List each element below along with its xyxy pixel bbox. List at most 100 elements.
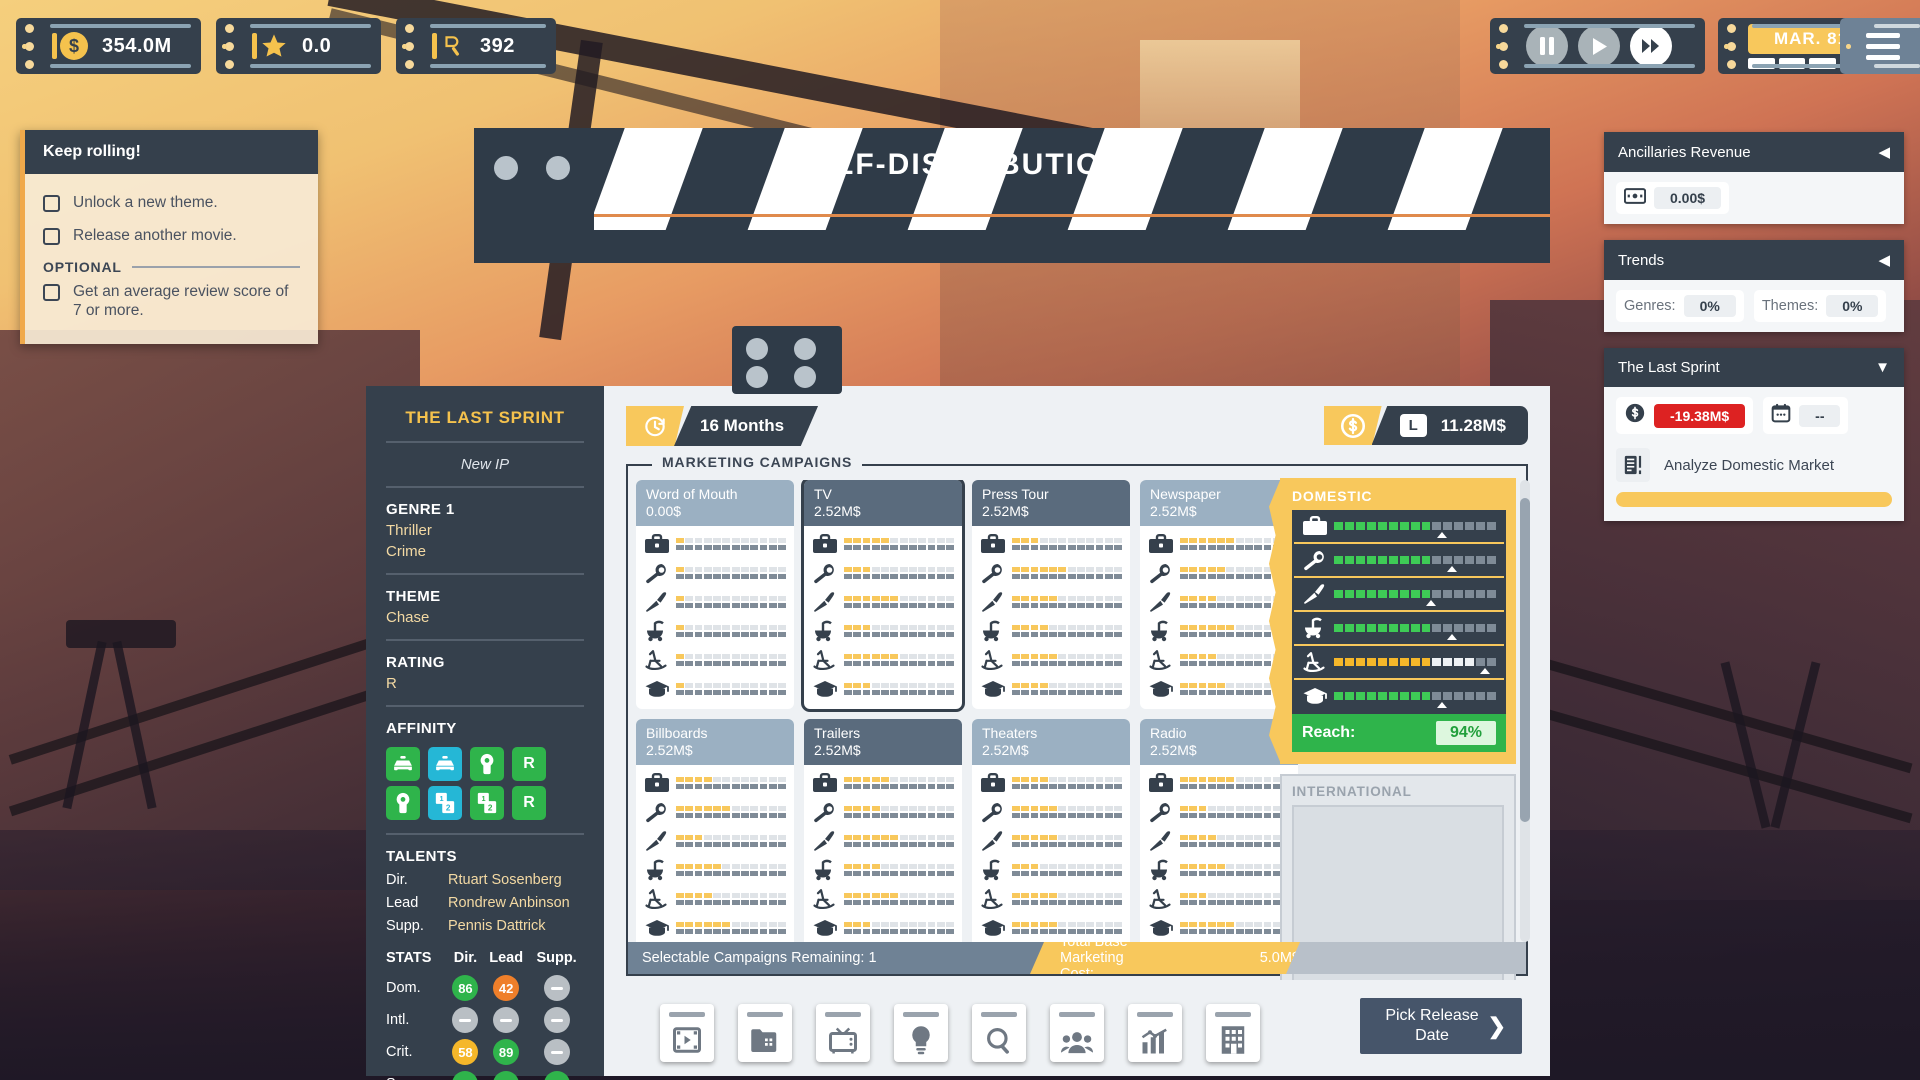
- campaign-segment-row: [980, 591, 1123, 613]
- objective-item[interactable]: Release another movie.: [43, 219, 300, 252]
- rating-ticket[interactable]: 0.0: [216, 18, 381, 74]
- affinity-rating-icon: R: [512, 747, 546, 781]
- toolbar-button-studio[interactable]: [1206, 1004, 1260, 1062]
- domestic-segment-bar: [1334, 556, 1497, 572]
- campaign-price: 2.52M$: [814, 742, 861, 758]
- money-value: 354.0M: [102, 34, 172, 57]
- campaign-segment-bars: [676, 654, 787, 666]
- campaign-segment-bars: [1012, 922, 1123, 934]
- segment-base-bar: [1012, 545, 1123, 550]
- toolbar-button-movies[interactable]: [660, 1004, 714, 1062]
- segment-base-bar: [844, 661, 955, 666]
- toolbar-button-ideas[interactable]: [894, 1004, 948, 1062]
- footer-filler: [1286, 942, 1526, 974]
- segment-base-bar: [676, 661, 787, 666]
- trends-card: Trends ◀ Genres: 0% Themes: 0%: [1604, 240, 1904, 332]
- campaign-card-press-tour[interactable]: Press Tour 2.52M$: [972, 480, 1130, 709]
- campaign-scrollbar[interactable]: [1520, 480, 1530, 942]
- stroller-icon: [812, 620, 838, 642]
- talent-role: Supp.: [386, 918, 424, 934]
- play-icon[interactable]: [1578, 25, 1620, 67]
- optional-header: OPTIONAL: [43, 259, 300, 275]
- checkbox-icon[interactable]: [43, 283, 60, 301]
- campaign-price: 2.52M$: [1150, 742, 1197, 758]
- segment-level-bar: [1180, 596, 1291, 601]
- segment-level-bar: [844, 567, 955, 572]
- trends-header[interactable]: Trends ◀: [1604, 240, 1904, 280]
- campaign-segment-bars: [844, 538, 955, 550]
- campaign-card-billboards[interactable]: Billboards 2.52M$: [636, 719, 794, 942]
- campaign-name: Word of Mouth: [646, 486, 738, 502]
- campaign-card-tv[interactable]: TV 2.52M$: [801, 480, 965, 712]
- duration-tag: 16 Months: [626, 406, 819, 446]
- toolbar-button-staff[interactable]: [1050, 1004, 1104, 1062]
- ancillaries-body: 0.00$: [1604, 172, 1904, 224]
- stats-header-row: STATS Dir. Lead Supp.: [386, 950, 584, 972]
- campaign-segment-bars: [844, 683, 955, 695]
- segment-base-bar: [844, 603, 955, 608]
- checkbox-icon[interactable]: [43, 195, 60, 212]
- campaign-cards-scroll[interactable]: Word of Mouth 0.00$ TV 2.52M$ Press Tour 2.52…: [636, 480, 1314, 942]
- graduation-cap-icon: [644, 678, 670, 700]
- menu-button[interactable]: [1840, 18, 1920, 74]
- fast-forward-icon[interactable]: [1630, 25, 1672, 67]
- briefcase-icon: [812, 533, 838, 555]
- campaign-segment-row: [980, 533, 1123, 555]
- talent-name[interactable]: Pennis Dattrick: [448, 918, 546, 934]
- campaign-segment-bars: [1012, 654, 1123, 666]
- project-budget-chip: -19.38M$: [1616, 397, 1754, 434]
- dollar-icon: [1624, 402, 1646, 429]
- campaign-segment-row: [1148, 859, 1291, 881]
- talents-label: TALENTS: [386, 848, 457, 865]
- clapper-hinge: [474, 128, 594, 230]
- wrench-icon: [812, 801, 838, 823]
- segment-base-bar: [1012, 813, 1123, 818]
- domestic-segment-row: [1294, 510, 1504, 544]
- reach-bar: Reach: 94%: [1292, 714, 1506, 752]
- segment-base-bar: [844, 900, 955, 905]
- caret-left-icon[interactable]: ◀: [1878, 251, 1890, 269]
- campaign-card-trailers[interactable]: Trailers 2.52M$: [804, 719, 962, 942]
- objective-item[interactable]: Unlock a new theme.: [43, 186, 300, 219]
- toolbar-button-projects[interactable]: [738, 1004, 792, 1062]
- campaign-card-grid: Word of Mouth 0.00$ TV 2.52M$ Press Tour 2.52…: [636, 480, 1314, 942]
- campaign-segment-row: [812, 830, 955, 852]
- campaign-segment-bars: [844, 625, 955, 637]
- wrench-icon: [980, 801, 1006, 823]
- segment-base-bar: [1180, 842, 1291, 847]
- optional-objective-item[interactable]: Get an average review score of 7 or more…: [43, 275, 300, 328]
- segment-base-bar: [1012, 603, 1123, 608]
- toolbar-button-research[interactable]: [972, 1004, 1026, 1062]
- scrollbar-thumb[interactable]: [1520, 498, 1530, 822]
- campaign-segment-bars: [676, 596, 787, 608]
- caret-down-icon[interactable]: ▼: [1875, 359, 1890, 376]
- campaign-name: Trailers: [814, 725, 861, 741]
- checkbox-icon[interactable]: [43, 228, 60, 246]
- talent-name[interactable]: Rtuart Sosenberg: [448, 872, 562, 888]
- segment-level-bar: [1180, 893, 1291, 898]
- project-card: The Last Sprint ▼ -19.38M$ -- Analyze Do…: [1604, 348, 1904, 521]
- research-ticket[interactable]: 392: [396, 18, 556, 74]
- segment-level-bar: [1180, 806, 1291, 811]
- campaign-segment-bars: [1180, 806, 1291, 818]
- campaign-card-theaters[interactable]: Theaters 2.52M$: [972, 719, 1130, 942]
- money-icon: [1623, 187, 1647, 209]
- money-ticket[interactable]: $ 354.0M: [16, 18, 201, 74]
- campaign-segment-bars: [1012, 596, 1123, 608]
- campaign-card-word-of-mouth[interactable]: Word of Mouth 0.00$: [636, 480, 794, 709]
- toolbar-button-tv[interactable]: [816, 1004, 870, 1062]
- graduation-cap-icon: [980, 678, 1006, 700]
- campaign-segment-bars: [1180, 922, 1291, 934]
- pause-icon[interactable]: [1526, 25, 1568, 67]
- toolbar-button-stats[interactable]: [1128, 1004, 1182, 1062]
- affinity-keyhole-icon: [386, 786, 420, 820]
- briefcase-icon: [644, 772, 670, 794]
- campaign-card-radio[interactable]: Radio 2.52M$: [1140, 719, 1298, 942]
- ancillaries-header[interactable]: Ancillaries Revenue ◀: [1604, 132, 1904, 172]
- segment-base-bar: [676, 574, 787, 579]
- caret-left-icon[interactable]: ◀: [1878, 143, 1890, 161]
- project-header[interactable]: The Last Sprint ▼: [1604, 348, 1904, 387]
- campaign-card-header: TV 2.52M$: [804, 480, 962, 526]
- genres-value: 0%: [1683, 295, 1736, 317]
- talent-name[interactable]: Rondrew Anbinson: [448, 895, 570, 911]
